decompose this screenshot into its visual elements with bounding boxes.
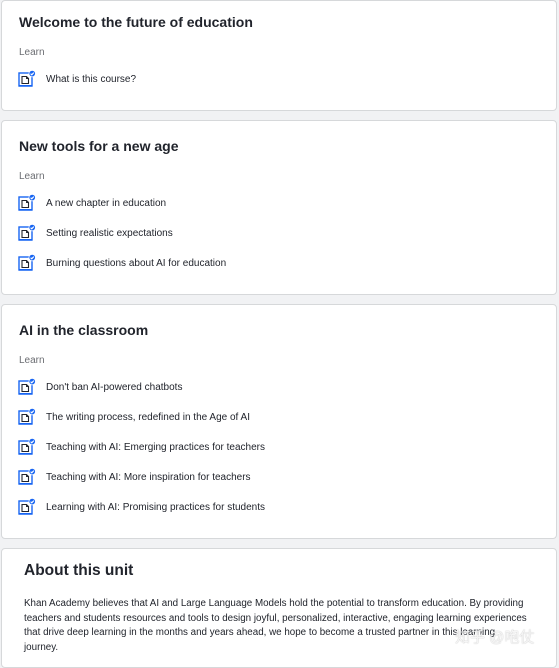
lesson-label: Teaching with AI: Emerging practices for… bbox=[46, 441, 265, 453]
lesson-label: Teaching with AI: More inspiration for t… bbox=[46, 471, 251, 483]
lesson-link[interactable]: Learning with AI: Promising practices fo… bbox=[18, 497, 265, 517]
article-check-icon bbox=[18, 408, 36, 426]
lesson-label: The writing process, redefined in the Ag… bbox=[46, 411, 251, 423]
article-check-icon bbox=[18, 224, 36, 242]
article-check-icon bbox=[18, 438, 36, 456]
lesson-link[interactable]: Teaching with AI: More inspiration for t… bbox=[18, 467, 251, 487]
article-check-icon bbox=[18, 378, 36, 396]
lesson-link[interactable]: A new chapter in education bbox=[18, 193, 166, 213]
lesson-link[interactable]: What is this course? bbox=[18, 69, 136, 89]
unit-card-new-tools: New tools for a new age Learn A new chap… bbox=[1, 120, 557, 295]
article-check-icon bbox=[18, 254, 36, 272]
lesson-link[interactable]: The writing process, redefined in the Ag… bbox=[18, 407, 250, 427]
about-unit-card: About this unit Khan Academy believes th… bbox=[1, 548, 557, 668]
article-check-icon bbox=[18, 70, 36, 88]
article-check-icon bbox=[18, 194, 36, 212]
lesson-label: Learning with AI: Promising practices fo… bbox=[46, 501, 265, 513]
section-title: Welcome to the future of education bbox=[19, 14, 253, 30]
about-body: Khan Academy believes that AI and Large … bbox=[24, 598, 527, 653]
about-title: About this unit bbox=[24, 562, 134, 579]
lesson-link[interactable]: Setting realistic expectations bbox=[18, 223, 173, 243]
section-label-learn: Learn bbox=[19, 47, 45, 58]
unit-card-welcome: Welcome to the future of education Learn… bbox=[1, 0, 557, 111]
lesson-label: Burning questions about AI for education bbox=[46, 257, 227, 269]
section-title: AI in the classroom bbox=[19, 322, 149, 338]
lesson-label: Setting realistic expectations bbox=[46, 227, 173, 239]
lesson-link[interactable]: Burning questions about AI for education bbox=[18, 253, 226, 273]
section-label-learn: Learn bbox=[19, 355, 45, 366]
lesson-label: A new chapter in education bbox=[46, 197, 167, 209]
unit-card-ai-classroom: AI in the classroom Learn Don't ban AI-p… bbox=[1, 304, 557, 539]
lesson-link[interactable]: Teaching with AI: Emerging practices for… bbox=[18, 437, 265, 457]
article-check-icon bbox=[18, 498, 36, 516]
watermark: 知乎 @咆仗 bbox=[455, 629, 535, 646]
lesson-label: What is this course? bbox=[46, 73, 137, 85]
lesson-link[interactable]: Don't ban AI-powered chatbots bbox=[18, 377, 182, 397]
article-check-icon bbox=[18, 468, 36, 486]
section-label-learn: Learn bbox=[19, 171, 45, 182]
lesson-label: Don't ban AI-powered chatbots bbox=[46, 381, 183, 393]
section-title: New tools for a new age bbox=[19, 138, 179, 154]
